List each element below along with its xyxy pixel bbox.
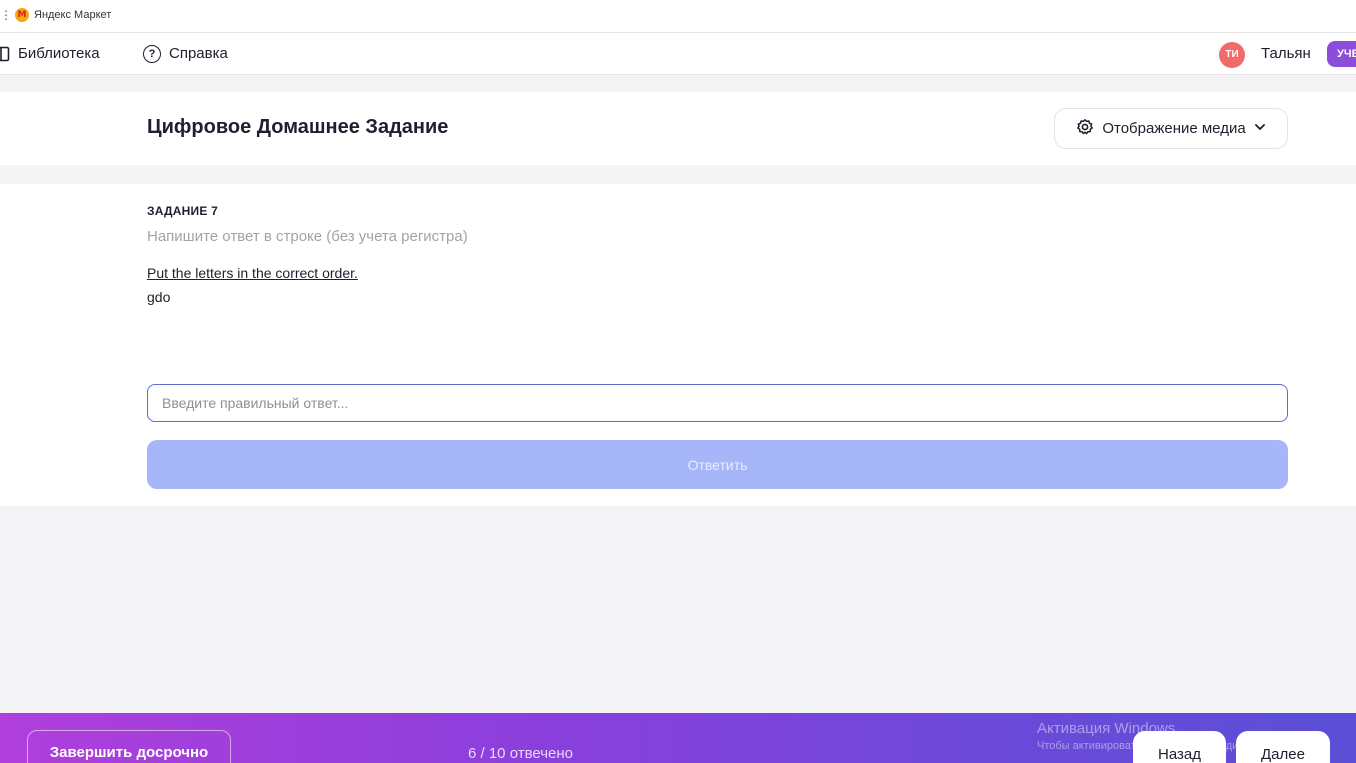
nav-library[interactable]: Библиотека: [0, 33, 100, 74]
bookmark-label: Яндекс Маркет: [34, 9, 112, 21]
more-bookmarks-icon[interactable]: ⋮: [0, 8, 12, 22]
task-number-label: ЗАДАНИЕ 7: [147, 204, 218, 218]
task-instruction: Put the letters in the correct order.: [147, 265, 358, 281]
answer-input[interactable]: [147, 384, 1288, 422]
next-button[interactable]: Далее: [1236, 731, 1330, 763]
book-icon: [0, 46, 10, 62]
task-card: ЗАДАНИЕ 7 Напишите ответ в строке (без у…: [0, 184, 1356, 506]
nav-help-label: Справка: [169, 45, 228, 62]
progress-counter: 6 / 10 отвечено: [468, 745, 574, 762]
bookmark-yandex-market[interactable]: М Яндекс Маркет: [15, 8, 111, 22]
yandex-market-logo-icon: М: [15, 8, 29, 22]
gear-icon: [1076, 118, 1094, 140]
nav-help[interactable]: ? Справка: [143, 33, 228, 74]
media-display-label: Отображение медиа: [1102, 120, 1246, 137]
user-avatar[interactable]: ТИ: [1219, 42, 1245, 68]
role-badge[interactable]: УЧЕ: [1327, 41, 1356, 67]
footer-bar: Завершить досрочно 6 / 10 отвечено Актив…: [0, 713, 1356, 763]
finish-early-button[interactable]: Завершить досрочно: [27, 730, 231, 763]
header-card: Цифровое Домашнее Задание Отображение ме…: [0, 92, 1356, 165]
submit-answer-button[interactable]: Ответить: [147, 440, 1288, 489]
task-hint: Напишите ответ в строке (без учета регис…: [147, 228, 468, 245]
nav-library-label: Библиотека: [18, 45, 100, 62]
top-navigation: Библиотека ? Справка ТИ Тальян УЧЕ: [0, 33, 1356, 75]
task-scrambled-word: gdo: [147, 289, 171, 305]
media-display-button[interactable]: Отображение медиа: [1054, 108, 1288, 149]
back-button[interactable]: Назад: [1133, 731, 1226, 763]
user-name[interactable]: Тальян: [1261, 33, 1311, 74]
bookmarks-bar: ⋮ М Яндекс Маркет: [0, 0, 1356, 33]
page-title: Цифровое Домашнее Задание: [147, 116, 449, 138]
chevron-down-icon: [1254, 120, 1266, 137]
help-icon: ?: [143, 44, 161, 63]
